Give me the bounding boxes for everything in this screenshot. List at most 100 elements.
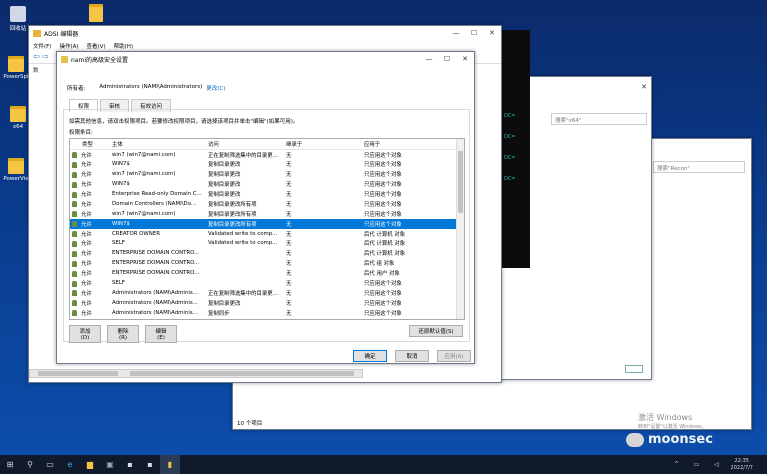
- table-row[interactable]: 允许 SELF 无 只应用这个对象: [70, 278, 464, 288]
- apply-button[interactable]: 应用(A): [437, 350, 471, 362]
- table-row[interactable]: 允许 CREATOR OWNER Validated write to comp..…: [70, 229, 464, 239]
- menu-action[interactable]: 操作(A): [59, 42, 78, 50]
- folder-icon: [8, 56, 24, 72]
- owner-change-link[interactable]: 更改(C): [206, 84, 225, 92]
- column-header-type[interactable]: 类型: [70, 139, 110, 150]
- search-input[interactable]: 搜索"x64": [551, 113, 647, 125]
- column-header-applies[interactable]: 应用于: [362, 139, 464, 150]
- tree-item[interactable]: 数: [33, 66, 39, 74]
- explorer-icon[interactable]: ▆: [80, 455, 100, 474]
- back-arrow-icon[interactable]: ⇦: [33, 52, 40, 61]
- table-row[interactable]: 允许 WIN7$ 复制目录更改 无 只应用这个对象: [70, 179, 464, 189]
- table-cell: 复制目录更改: [208, 192, 241, 198]
- table-cell: 复制目录更改: [208, 300, 241, 307]
- desktop-folder-top[interactable]: [82, 4, 110, 24]
- view-toggle-icon[interactable]: [625, 365, 643, 373]
- horizontal-scrollbar[interactable]: [29, 369, 363, 378]
- table-row[interactable]: 允许 WIN7$ 复制目录更改 无 只应用这个对象: [70, 159, 464, 169]
- watermark-line2: 转到"设置"以激活 Windows。: [638, 424, 707, 430]
- table-cell: 无: [286, 251, 292, 258]
- table-cell: 无: [286, 201, 292, 208]
- column-header-access[interactable]: 访问: [206, 139, 284, 150]
- status-item-count: 10 个项目: [237, 421, 263, 427]
- table-row[interactable]: 允许 win7 (win7@nami.com) 正在复制筛选集中的目录更... 无 只应…: [70, 150, 464, 160]
- table-cell: 只应用这个对象: [364, 211, 402, 218]
- table-row[interactable]: 允许 WIN7$ 复制目录更改所有项无只应用这个对象: [70, 218, 464, 229]
- table-cell: 无: [284, 218, 362, 229]
- table-cell: [206, 248, 284, 258]
- table-row[interactable]: 允许 Domain Controllers (NAMI\Do... 复制目录更改所有…: [70, 199, 464, 209]
- table-cell: 允许: [70, 268, 110, 278]
- table-cell: WIN7$: [112, 181, 130, 188]
- table-cell: 复制目录更改所有项: [206, 218, 284, 229]
- desktop-icon-powerspl[interactable]: PowerSpl: [2, 56, 30, 80]
- search-icon[interactable]: ⚲: [20, 455, 40, 474]
- table-row[interactable]: 允许 SELF Validated write to comp... 无 后代 计算机 …: [70, 239, 464, 249]
- ok-button[interactable]: 确定: [353, 350, 387, 362]
- adsi-taskbar-icon[interactable]: ▮: [160, 455, 180, 474]
- edit-button[interactable]: 编辑(E): [145, 325, 177, 343]
- minimize-button[interactable]: —: [420, 55, 438, 63]
- table-cell: 正在复制筛选集中的目录更...: [208, 290, 278, 297]
- edge-icon[interactable]: e: [60, 455, 80, 474]
- server-manager-icon[interactable]: ▣: [100, 455, 120, 474]
- terminal-window: DC= DC= DC= DC=: [500, 30, 530, 268]
- column-header-principal[interactable]: 主体: [110, 139, 206, 150]
- table-cell: 后代 用户 对象: [364, 271, 400, 278]
- table-cell: 无: [286, 172, 292, 179]
- table-row[interactable]: 允许 win7 (win7@nami.com) 复制目录更改 无 只应用这个对象: [70, 169, 464, 179]
- forward-arrow-icon[interactable]: ⇨: [42, 52, 49, 61]
- menu-view[interactable]: 查看(V): [87, 42, 106, 50]
- cancel-button[interactable]: 取消: [395, 350, 429, 362]
- table-row[interactable]: 允许 ENTERPRISE DOMAIN CONTRO... 无 后代 用户 对象: [70, 268, 464, 278]
- menu-file[interactable]: 文件(F): [33, 42, 51, 50]
- maximize-button[interactable]: ☐: [465, 29, 483, 37]
- terminal-icon[interactable]: ▪: [140, 455, 160, 474]
- table-cell: 允许: [70, 308, 110, 318]
- minimize-button[interactable]: —: [447, 29, 465, 37]
- remove-button[interactable]: 删除(R): [107, 325, 139, 343]
- desktop-icon-label: PowerSpl: [3, 74, 29, 80]
- table-cell: 复制目录更改所有项: [208, 201, 257, 208]
- notification-icon[interactable]: [757, 455, 767, 474]
- network-icon[interactable]: ▭: [687, 455, 707, 474]
- table-cell: Enterprise Read-only Domain C...: [112, 191, 202, 197]
- column-header-inherited[interactable]: 继承于: [284, 139, 362, 150]
- folder-icon: [10, 106, 26, 122]
- table-row[interactable]: 允许 Administrators (NAMI\Adminis... 复制同步 无 只应…: [70, 308, 464, 318]
- table-row[interactable]: 允许 Enterprise Read-only Domain C... 复制目录更改…: [70, 189, 464, 199]
- cmd-icon[interactable]: ▪: [120, 455, 140, 474]
- tray-expand-icon[interactable]: ^: [667, 455, 687, 474]
- dialog-actions: 确定 取消 应用(A): [353, 350, 471, 362]
- task-view-icon[interactable]: ▭: [40, 455, 60, 474]
- table-cell: [206, 258, 284, 268]
- add-button[interactable]: 添加(D): [69, 325, 101, 343]
- start-icon[interactable]: ⊞: [0, 455, 20, 474]
- table-cell: 允许: [70, 229, 110, 239]
- close-icon[interactable]: ✕: [641, 83, 647, 91]
- table-cell: 只应用这个对象: [362, 218, 464, 229]
- menu-help[interactable]: 帮助(H): [114, 42, 133, 50]
- owner-label: 所有者:: [67, 86, 86, 92]
- desktop-icon-powerview[interactable]: PowerVie: [2, 158, 30, 182]
- clock[interactable]: 22:35 2022/7/7: [727, 458, 757, 472]
- table-cell: 后代 计算机 对象: [364, 251, 406, 258]
- maximize-button[interactable]: ☐: [438, 55, 456, 63]
- table-cell: 只应用这个对象: [364, 152, 402, 159]
- table-cell: 只应用这个对象: [364, 281, 402, 288]
- table-cell: 无: [286, 241, 292, 248]
- table-cell: WIN7$: [110, 218, 206, 229]
- close-button[interactable]: ✕: [456, 55, 474, 63]
- table-row[interactable]: 允许 ENTERPRISE DOMAIN CONTRO... 无 后代 组 对象: [70, 258, 464, 268]
- owner-row: 所有者: Administrators (NAMI\Administrators…: [67, 84, 225, 92]
- table-row[interactable]: 允许 Administrators (NAMI\Adminis... 复制目录更改 无…: [70, 298, 464, 308]
- table-cell: CREATOR OWNER: [112, 230, 160, 237]
- restore-defaults-button[interactable]: 还原默认值(S): [409, 325, 463, 337]
- vertical-scrollbar[interactable]: [456, 139, 464, 319]
- search-input[interactable]: 搜索"Recon": [653, 161, 745, 173]
- table-row[interactable]: 允许 Administrators (NAMI\Adminis... 正在复制筛选集…: [70, 288, 464, 298]
- volume-icon[interactable]: ◁: [707, 455, 727, 474]
- table-row[interactable]: 允许 win7 (win7@nami.com) 复制目录更改所有项 无 只应用这个对象: [70, 209, 464, 219]
- table-row[interactable]: 允许 ENTERPRISE DOMAIN CONTRO... 无 后代 计算机 对象: [70, 248, 464, 258]
- close-button[interactable]: ✕: [483, 29, 501, 37]
